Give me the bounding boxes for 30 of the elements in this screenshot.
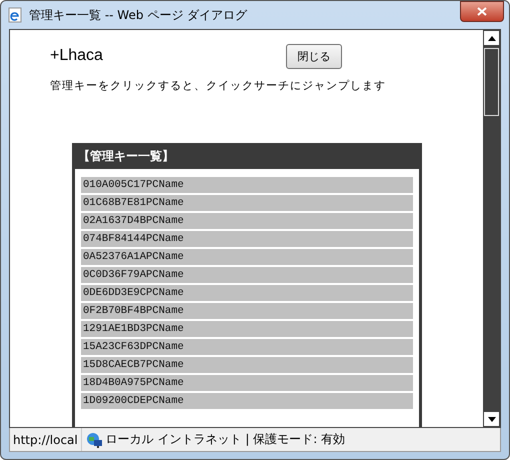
page-heading: +Lhaca xyxy=(50,47,104,65)
key-link[interactable]: 0DE6DD3E9CPCName xyxy=(81,285,413,301)
key-link[interactable]: 0A52376A1APCName xyxy=(81,249,413,265)
key-link[interactable]: 074BF84144PCName xyxy=(81,231,413,247)
key-link[interactable]: 18D4B0A975PCName xyxy=(81,375,413,391)
close-page-button[interactable]: 閉じる xyxy=(286,44,342,68)
globe-network-icon xyxy=(86,432,102,448)
down-arrow-icon xyxy=(488,416,496,422)
key-link[interactable]: 15A23CF63DPCName xyxy=(81,339,413,355)
instruction-text: 管理キーをクリックすると、クイックサーチにジャンプします xyxy=(50,78,387,93)
key-link[interactable]: 010A005C17PCName xyxy=(81,177,413,193)
close-button[interactable] xyxy=(460,1,504,22)
key-link[interactable]: 1D09200CDEPCName xyxy=(81,393,413,409)
browser-icon xyxy=(7,7,23,23)
key-link[interactable]: 01C68B7E81PCName xyxy=(81,195,413,211)
up-arrow-icon xyxy=(488,36,496,40)
scroll-thumb[interactable] xyxy=(484,48,499,116)
key-link[interactable]: 02A1637D4BPCName xyxy=(81,213,413,229)
scroll-up-button[interactable] xyxy=(483,30,500,46)
scroll-down-button[interactable] xyxy=(483,411,500,427)
window-title: 管理キー一覧 -- Web ページ ダイアログ xyxy=(29,6,248,24)
scrollbar[interactable] xyxy=(482,30,500,427)
key-link[interactable]: 0C0D36F79APCName xyxy=(81,267,413,283)
key-link[interactable]: 0F2B70BF4BPCName xyxy=(81,303,413,319)
key-link[interactable]: 15D8CAECB7PCName xyxy=(81,357,413,373)
security-zone-text: ローカル イントラネット | 保護モード: 有効 xyxy=(106,431,346,448)
panel-header: 【管理キー一覧】 xyxy=(72,143,422,169)
close-icon xyxy=(477,6,487,16)
key-link[interactable]: 1291AE1BD3PCName xyxy=(81,321,413,337)
status-url: http://local xyxy=(10,428,82,451)
